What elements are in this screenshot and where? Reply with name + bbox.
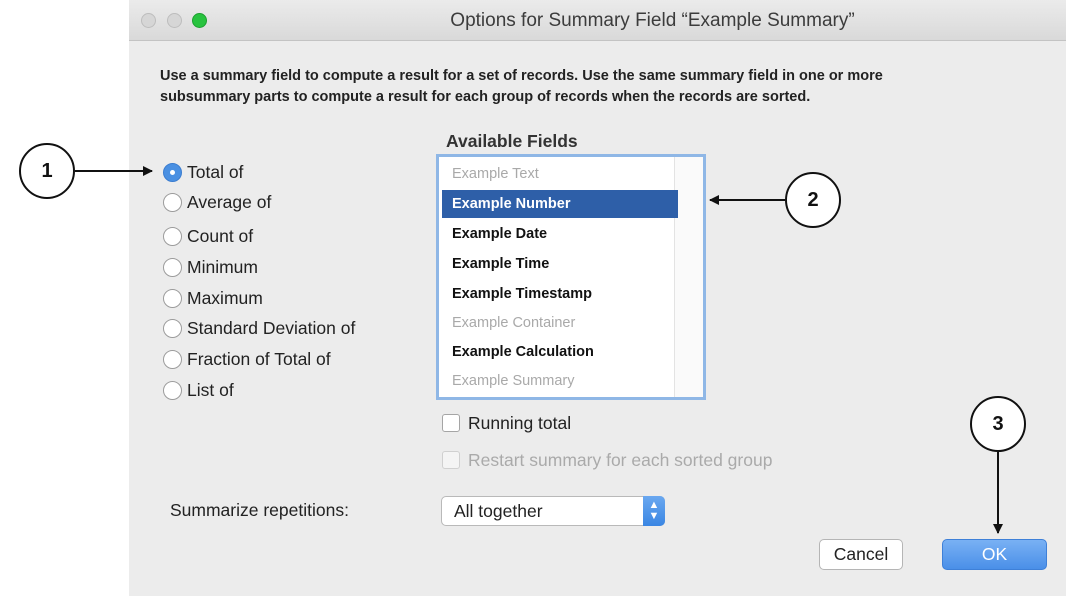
callout-1: 1 xyxy=(19,143,75,199)
callout-2: 2 xyxy=(785,172,841,228)
callout-3: 3 xyxy=(970,396,1026,452)
callout-arrows xyxy=(75,166,1003,534)
